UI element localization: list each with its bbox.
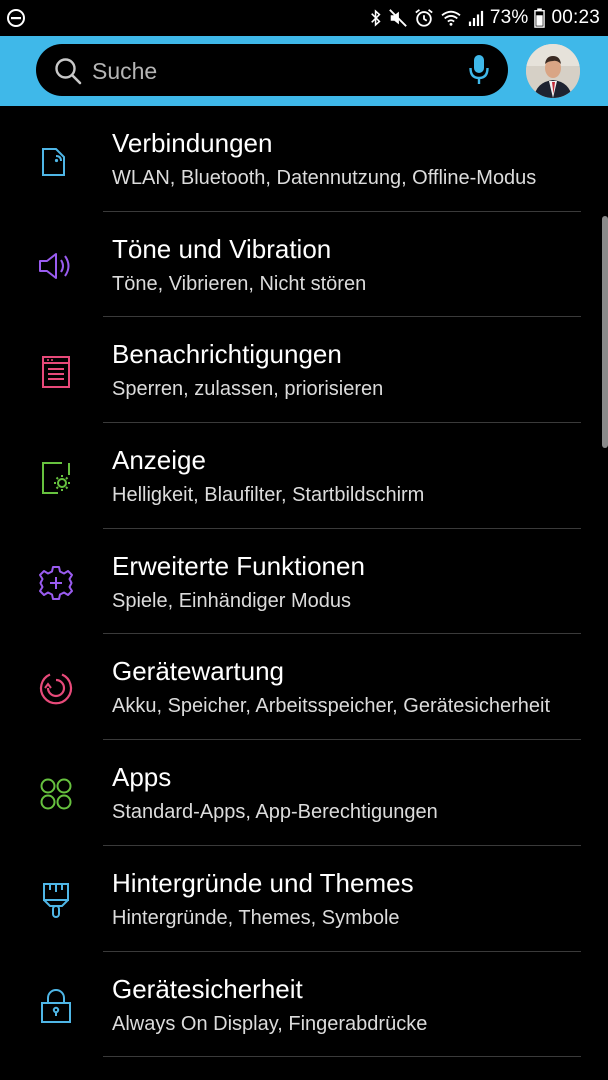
microphone-icon[interactable] <box>468 54 490 86</box>
avatar[interactable] <box>526 44 580 98</box>
settings-item-notifications[interactable]: Benachrichtigungen Sperren, zulassen, pr… <box>0 317 608 424</box>
connections-icon <box>42 148 65 176</box>
settings-item-wallpapers-themes[interactable]: Hintergründe und Themes Hintergründe, Th… <box>0 846 608 952</box>
item-title: Töne und Vibration <box>112 233 332 264</box>
profile-picture <box>526 44 580 98</box>
item-title: Hintergründe und Themes <box>112 867 414 898</box>
display-icon <box>42 462 70 495</box>
notifications-icon <box>42 356 70 389</box>
settings-item-display[interactable]: Anzeige Helligkeit, Blaufilter, Startbil… <box>0 423 608 529</box>
battery-percentage: 73% <box>489 7 529 28</box>
do-not-disturb-icon <box>7 9 25 27</box>
gear-plus-icon <box>39 565 73 600</box>
device-maintenance-icon <box>39 673 73 705</box>
settings-screen: 73% 00:23 Suche Verbindungen WLAN, Bluet… <box>0 0 608 1080</box>
lock-icon <box>41 988 71 1023</box>
wifi-icon <box>441 10 461 26</box>
item-subtitle: Always On Display, Fingerabdrücke <box>112 1012 428 1035</box>
settings-item-device-security[interactable]: Gerätesicherheit Always On Display, Fing… <box>0 952 608 1058</box>
item-subtitle: Standard-Apps, App-Berechtigungen <box>112 801 438 824</box>
search-icon <box>55 58 82 85</box>
settings-item-connections[interactable]: Verbindungen WLAN, Bluetooth, Datennutzu… <box>0 106 608 212</box>
divider <box>103 1056 581 1058</box>
battery-icon <box>534 8 546 28</box>
settings-list: Verbindungen WLAN, Bluetooth, Datennutzu… <box>0 106 608 1058</box>
signal-icon <box>468 10 483 26</box>
item-title: Erweiterte Funktionen <box>112 550 365 581</box>
item-subtitle: Töne, Vibrieren, Nicht stören <box>112 272 367 295</box>
item-title: Benachrichtigungen <box>112 339 342 370</box>
item-subtitle: WLAN, Bluetooth, Datennutzung, Offline-M… <box>112 167 537 189</box>
item-subtitle: Helligkeit, Blaufilter, Startbildschirm <box>112 484 425 507</box>
brush-icon <box>43 882 69 918</box>
item-title: Verbindungen <box>112 128 273 158</box>
item-title: Anzeige <box>112 445 206 476</box>
status-bar: 73% 00:23 <box>0 0 608 36</box>
alarm-icon <box>415 9 433 27</box>
item-title: Gerätesicherheit <box>112 973 303 1004</box>
search-bar[interactable] <box>36 44 508 98</box>
settings-item-advanced-features[interactable]: Erweiterte Funktionen Spiele, Einhändige… <box>0 529 608 635</box>
settings-item-device-maintenance[interactable]: Gerätewartung Akku, Speicher, Arbeitsspe… <box>0 634 608 741</box>
item-title: Apps <box>112 762 172 793</box>
search-header <box>0 36 608 106</box>
settings-item-apps[interactable]: Apps Standard-Apps, App-Berechtigungen <box>0 740 608 846</box>
item-subtitle: Sperren, zulassen, priorisieren <box>112 378 384 401</box>
settings-item-sounds[interactable]: Töne und Vibration Töne, Vibrieren, Nich… <box>0 212 608 318</box>
item-subtitle: Hintergründe, Themes, Symbole <box>112 906 400 929</box>
item-subtitle: Spiele, Einhändiger Modus <box>112 589 352 612</box>
bluetooth-icon <box>370 9 381 27</box>
mute-icon <box>388 9 407 27</box>
speaker-icon <box>39 252 70 279</box>
item-subtitle: Akku, Speicher, Arbeitsspeicher, Gerätes… <box>112 695 551 718</box>
apps-icon <box>40 778 72 810</box>
search-input[interactable] <box>90 44 454 98</box>
clock: 00:23 <box>551 7 600 28</box>
scrollbar[interactable] <box>602 216 608 448</box>
item-title: Gerätewartung <box>112 656 284 687</box>
